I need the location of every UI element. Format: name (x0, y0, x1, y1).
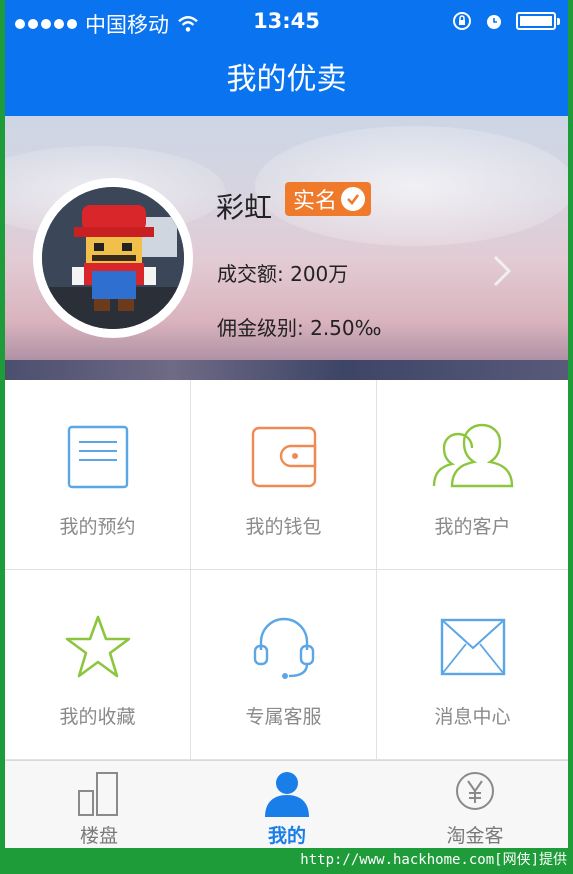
battery-icon (516, 12, 560, 30)
tab-label: 楼盘 (79, 825, 118, 847)
grid-item-messages[interactable]: 消息中心 (377, 570, 568, 760)
grid-item-wallet[interactable]: 我的钱包 (191, 380, 377, 570)
avatar-image (42, 187, 184, 329)
grid-item-label: 我的收藏 (59, 706, 136, 728)
verified-badge: 实名 (285, 182, 372, 216)
status-right (452, 11, 560, 31)
tab-buildings[interactable]: 楼盘 (5, 761, 193, 848)
profile-header[interactable]: 彩虹 实名 成交额: 200万 佣金级别: 2.50‰ (5, 116, 568, 380)
chevron-right-icon[interactable] (491, 254, 513, 288)
yen-coin-icon (456, 772, 494, 810)
user-name: 彩虹 (216, 191, 273, 224)
grid-item-customer-service[interactable]: 专属客服 (191, 570, 377, 760)
envelope-icon (440, 618, 505, 676)
person-icon (265, 772, 309, 817)
grid-item-favorites[interactable]: 我的收藏 (5, 570, 191, 760)
tab-mine[interactable]: 我的 (193, 761, 381, 848)
grid-item-label: 专属客服 (245, 706, 322, 728)
page-title: 我的优卖 (226, 62, 347, 97)
grid-item-label: 消息中心 (434, 706, 511, 728)
avatar[interactable] (33, 178, 193, 338)
buildings-icon (78, 772, 118, 816)
nav-bar: 我的优卖 (5, 44, 568, 116)
tab-label: 我的 (267, 825, 306, 847)
grid-item-label: 我的预约 (59, 516, 136, 538)
tab-gold-digger[interactable]: 淘金客 (381, 761, 568, 848)
tab-bar: 楼盘 我的 淘金客 (5, 760, 568, 848)
background-skyline (5, 360, 568, 380)
tab-label: 淘金客 (446, 825, 504, 847)
grid-item-label: 我的客户 (434, 516, 511, 538)
customers-icon (432, 423, 513, 488)
commission-level: 佣金级别: 2.50‰ (217, 316, 382, 340)
document-icon (67, 425, 128, 489)
avatar-figure (42, 187, 184, 329)
verified-badge-label: 实名 (293, 189, 338, 214)
status-bar: 中国移动 13:45 (5, 0, 568, 44)
grid-item-customers[interactable]: 我的客户 (377, 380, 568, 570)
deal-amount: 成交额: 200万 (217, 262, 349, 286)
check-icon (341, 187, 366, 211)
phone-screen: 中国移动 13:45 我的优卖 彩虹 实名 成交额: 200万 佣金级别: 2.… (5, 0, 568, 848)
grid-item-label: 我的钱包 (245, 516, 322, 538)
orientation-lock-icon (453, 12, 471, 30)
headset-icon (253, 617, 314, 679)
grid-item-appointments[interactable]: 我的预约 (5, 380, 191, 570)
watermark: http://www.hackhome.com[网侠]提供 (300, 852, 567, 868)
star-icon (65, 615, 130, 678)
alarm-icon (487, 15, 501, 29)
function-grid: 我的预约 我的钱包 我的客户 我的收藏 专属客服 消息中心 (5, 380, 568, 760)
wallet-icon (251, 426, 316, 488)
